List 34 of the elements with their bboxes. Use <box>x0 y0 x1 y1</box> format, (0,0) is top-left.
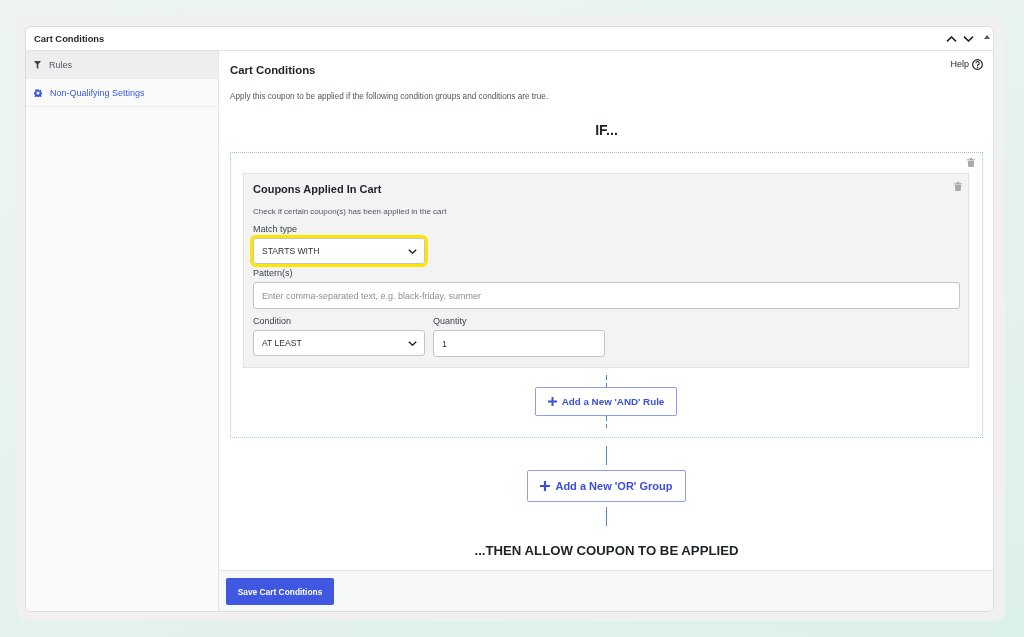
chevron-up-icon[interactable] <box>946 35 957 42</box>
field-label: Condition <box>253 316 292 327</box>
field-label: Quantity <box>433 316 467 327</box>
panel-title: Cart Conditions <box>34 33 105 44</box>
section-description: Apply this coupon to be applied if the following condition groups and conditions are true. <box>230 91 549 103</box>
chevron-down-icon <box>408 340 417 346</box>
gear-icon <box>34 88 42 97</box>
text-field[interactable]: 1 <box>433 330 605 357</box>
connector-line <box>606 507 607 526</box>
chevron-down-icon <box>408 248 417 254</box>
if-label: IF... <box>595 121 618 139</box>
plus-icon <box>547 397 557 406</box>
connector-line <box>605 416 607 428</box>
field-label: Pattern(s) <box>253 268 293 279</box>
section-title: Cart Conditions <box>230 63 316 78</box>
dropdown[interactable]: STARTS WITH <box>253 238 425 264</box>
help-link[interactable]: Help <box>950 58 983 70</box>
chevron-down-icon[interactable] <box>963 35 974 42</box>
add-group-button[interactable]: Add a New 'OR' Group <box>527 470 686 502</box>
filter-icon <box>34 60 41 69</box>
caret-up-icon[interactable] <box>984 35 990 39</box>
field-label: Match type <box>253 224 298 235</box>
connector-line <box>606 446 607 465</box>
text-field[interactable]: Enter comma-separated text, e.g. black-friday, summer <box>253 282 960 309</box>
condition-description: Check if certain coupon(s) has been applied in the cart <box>253 206 448 217</box>
then-label: ...THEN ALLOW COUPON TO BE APPLIED <box>474 543 739 559</box>
sidebar-tab[interactable]: Rules <box>26 51 218 79</box>
help-icon[interactable] <box>972 58 983 70</box>
plus-icon <box>540 481 551 491</box>
connector-line <box>605 375 607 387</box>
condition-title: Coupons Applied In Cart <box>253 182 382 196</box>
dropdown[interactable]: AT LEAST <box>253 330 425 356</box>
save-button[interactable]: Save Cart Conditions <box>226 578 334 605</box>
add-rule-button[interactable]: Add a New 'AND' Rule <box>534 387 678 416</box>
